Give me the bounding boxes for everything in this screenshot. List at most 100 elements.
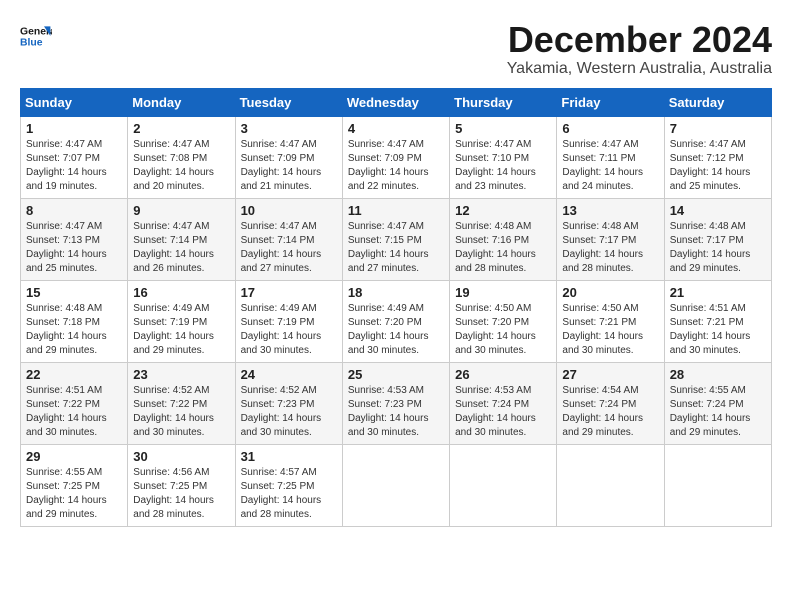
day-cell-1: 1 Sunrise: 4:47 AM Sunset: 7:07 PM Dayli… [21,116,128,198]
day-cell-24: 24 Sunrise: 4:52 AM Sunset: 7:23 PM Dayl… [235,362,342,444]
day-cell-28: 28 Sunrise: 4:55 AM Sunset: 7:24 PM Dayl… [664,362,771,444]
calendar-week-5: 29 Sunrise: 4:55 AM Sunset: 7:25 PM Dayl… [21,444,772,526]
day-info: Sunrise: 4:55 AM Sunset: 7:25 PM Dayligh… [26,466,122,522]
logo-icon: General Blue [20,20,52,52]
day-number: 8 [26,203,122,218]
day-info: Sunrise: 4:47 AM Sunset: 7:11 PM Dayligh… [562,138,658,194]
day-header-friday: Friday [557,88,664,116]
day-cell-7: 7 Sunrise: 4:47 AM Sunset: 7:12 PM Dayli… [664,116,771,198]
day-info: Sunrise: 4:51 AM Sunset: 7:22 PM Dayligh… [26,384,122,440]
day-number: 11 [348,203,444,218]
day-number: 21 [670,285,766,300]
day-info: Sunrise: 4:47 AM Sunset: 7:07 PM Dayligh… [26,138,122,194]
day-number: 13 [562,203,658,218]
calendar-week-1: 1 Sunrise: 4:47 AM Sunset: 7:07 PM Dayli… [21,116,772,198]
logo: General Blue [20,20,52,52]
title-section: December 2024 Yakamia, Western Australia… [507,20,772,78]
day-number: 17 [241,285,337,300]
day-info: Sunrise: 4:47 AM Sunset: 7:09 PM Dayligh… [348,138,444,194]
day-cell-11: 11 Sunrise: 4:47 AM Sunset: 7:15 PM Dayl… [342,198,449,280]
day-info: Sunrise: 4:47 AM Sunset: 7:14 PM Dayligh… [133,220,229,276]
day-cell-29: 29 Sunrise: 4:55 AM Sunset: 7:25 PM Dayl… [21,444,128,526]
day-number: 7 [670,121,766,136]
day-number: 9 [133,203,229,218]
day-number: 12 [455,203,551,218]
day-number: 22 [26,367,122,382]
day-header-saturday: Saturday [664,88,771,116]
day-info: Sunrise: 4:48 AM Sunset: 7:17 PM Dayligh… [670,220,766,276]
day-info: Sunrise: 4:47 AM Sunset: 7:15 PM Dayligh… [348,220,444,276]
day-cell-22: 22 Sunrise: 4:51 AM Sunset: 7:22 PM Dayl… [21,362,128,444]
day-number: 27 [562,367,658,382]
day-number: 29 [26,449,122,464]
page-header: General Blue December 2024 Yakamia, West… [20,20,772,78]
day-info: Sunrise: 4:48 AM Sunset: 7:18 PM Dayligh… [26,302,122,358]
day-number: 1 [26,121,122,136]
calendar-week-4: 22 Sunrise: 4:51 AM Sunset: 7:22 PM Dayl… [21,362,772,444]
day-info: Sunrise: 4:49 AM Sunset: 7:20 PM Dayligh… [348,302,444,358]
day-number: 10 [241,203,337,218]
day-cell-14: 14 Sunrise: 4:48 AM Sunset: 7:17 PM Dayl… [664,198,771,280]
day-number: 23 [133,367,229,382]
day-info: Sunrise: 4:49 AM Sunset: 7:19 PM Dayligh… [133,302,229,358]
day-number: 16 [133,285,229,300]
month-title: December 2024 [507,20,772,60]
day-info: Sunrise: 4:53 AM Sunset: 7:23 PM Dayligh… [348,384,444,440]
day-number: 14 [670,203,766,218]
day-info: Sunrise: 4:52 AM Sunset: 7:23 PM Dayligh… [241,384,337,440]
day-cell-30: 30 Sunrise: 4:56 AM Sunset: 7:25 PM Dayl… [128,444,235,526]
day-cell-8: 8 Sunrise: 4:47 AM Sunset: 7:13 PM Dayli… [21,198,128,280]
day-cell-6: 6 Sunrise: 4:47 AM Sunset: 7:11 PM Dayli… [557,116,664,198]
day-cell-27: 27 Sunrise: 4:54 AM Sunset: 7:24 PM Dayl… [557,362,664,444]
day-header-monday: Monday [128,88,235,116]
day-info: Sunrise: 4:47 AM Sunset: 7:10 PM Dayligh… [455,138,551,194]
day-number: 3 [241,121,337,136]
day-number: 18 [348,285,444,300]
day-header-sunday: Sunday [21,88,128,116]
day-number: 20 [562,285,658,300]
day-header-wednesday: Wednesday [342,88,449,116]
day-header-thursday: Thursday [450,88,557,116]
day-cell-5: 5 Sunrise: 4:47 AM Sunset: 7:10 PM Dayli… [450,116,557,198]
day-cell-17: 17 Sunrise: 4:49 AM Sunset: 7:19 PM Dayl… [235,280,342,362]
day-number: 28 [670,367,766,382]
day-info: Sunrise: 4:47 AM Sunset: 7:13 PM Dayligh… [26,220,122,276]
day-cell-4: 4 Sunrise: 4:47 AM Sunset: 7:09 PM Dayli… [342,116,449,198]
day-info: Sunrise: 4:51 AM Sunset: 7:21 PM Dayligh… [670,302,766,358]
empty-cell [342,444,449,526]
day-number: 4 [348,121,444,136]
day-cell-9: 9 Sunrise: 4:47 AM Sunset: 7:14 PM Dayli… [128,198,235,280]
empty-cell [450,444,557,526]
day-number: 15 [26,285,122,300]
day-info: Sunrise: 4:50 AM Sunset: 7:21 PM Dayligh… [562,302,658,358]
day-info: Sunrise: 4:47 AM Sunset: 7:14 PM Dayligh… [241,220,337,276]
day-number: 24 [241,367,337,382]
day-cell-21: 21 Sunrise: 4:51 AM Sunset: 7:21 PM Dayl… [664,280,771,362]
day-cell-25: 25 Sunrise: 4:53 AM Sunset: 7:23 PM Dayl… [342,362,449,444]
day-cell-23: 23 Sunrise: 4:52 AM Sunset: 7:22 PM Dayl… [128,362,235,444]
day-number: 31 [241,449,337,464]
day-number: 5 [455,121,551,136]
calendar-week-3: 15 Sunrise: 4:48 AM Sunset: 7:18 PM Dayl… [21,280,772,362]
day-header-tuesday: Tuesday [235,88,342,116]
day-info: Sunrise: 4:50 AM Sunset: 7:20 PM Dayligh… [455,302,551,358]
empty-cell [664,444,771,526]
day-number: 30 [133,449,229,464]
day-cell-16: 16 Sunrise: 4:49 AM Sunset: 7:19 PM Dayl… [128,280,235,362]
day-info: Sunrise: 4:48 AM Sunset: 7:16 PM Dayligh… [455,220,551,276]
day-cell-2: 2 Sunrise: 4:47 AM Sunset: 7:08 PM Dayli… [128,116,235,198]
calendar-week-2: 8 Sunrise: 4:47 AM Sunset: 7:13 PM Dayli… [21,198,772,280]
day-info: Sunrise: 4:47 AM Sunset: 7:08 PM Dayligh… [133,138,229,194]
day-info: Sunrise: 4:47 AM Sunset: 7:09 PM Dayligh… [241,138,337,194]
day-info: Sunrise: 4:55 AM Sunset: 7:24 PM Dayligh… [670,384,766,440]
day-number: 26 [455,367,551,382]
day-info: Sunrise: 4:52 AM Sunset: 7:22 PM Dayligh… [133,384,229,440]
day-info: Sunrise: 4:56 AM Sunset: 7:25 PM Dayligh… [133,466,229,522]
day-cell-3: 3 Sunrise: 4:47 AM Sunset: 7:09 PM Dayli… [235,116,342,198]
day-info: Sunrise: 4:54 AM Sunset: 7:24 PM Dayligh… [562,384,658,440]
day-cell-20: 20 Sunrise: 4:50 AM Sunset: 7:21 PM Dayl… [557,280,664,362]
location-title: Yakamia, Western Australia, Australia [507,60,772,78]
svg-text:Blue: Blue [20,38,43,49]
day-number: 2 [133,121,229,136]
day-info: Sunrise: 4:47 AM Sunset: 7:12 PM Dayligh… [670,138,766,194]
